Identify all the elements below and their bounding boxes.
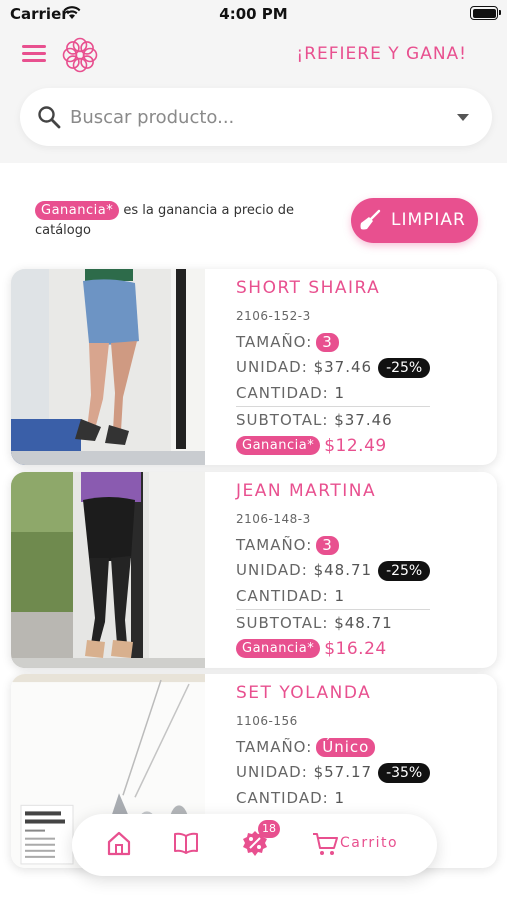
divider xyxy=(236,406,430,407)
size-badge: 3 xyxy=(316,536,339,555)
bottom-navigation: 18 Carrito xyxy=(72,814,437,876)
search-icon xyxy=(38,106,61,129)
size-label: TAMAÑO: xyxy=(236,333,313,351)
cart-icon xyxy=(313,833,338,855)
product-sku: 2106-152-3 xyxy=(236,309,311,323)
unit-label: UNIDAD: xyxy=(236,561,308,579)
search-input[interactable] xyxy=(70,102,440,132)
unit-label: UNIDAD: xyxy=(236,358,308,376)
quantity-row: CANTIDAD: 1 xyxy=(236,384,345,402)
subtotal-value: $37.46 xyxy=(334,411,393,429)
product-name[interactable]: SET YOLANDA xyxy=(236,683,371,703)
search-bar[interactable] xyxy=(20,88,492,146)
gain-value: $16.24 xyxy=(324,638,387,659)
gain-legend: Ganancia* es la ganancia a precio de cat… xyxy=(35,201,335,241)
discount-badge: -35% xyxy=(378,763,431,783)
cart-item-card[interactable]: JEAN MARTINA 2106-148-3 TAMAÑO: 3 UNIDAD:… xyxy=(11,472,497,668)
divider xyxy=(236,609,430,610)
subtotal-label: SUBTOTAL: xyxy=(236,614,329,632)
chevron-down-icon[interactable] xyxy=(457,114,469,121)
unit-row: UNIDAD: $48.71 -25% xyxy=(236,561,431,581)
size-badge: 3 xyxy=(316,333,339,352)
status-bar: Carrier 4:00 PM xyxy=(0,0,507,28)
refer-and-earn-link[interactable]: ¡REFIERE Y GANA! xyxy=(296,44,467,64)
quantity-value: 1 xyxy=(334,587,346,605)
brand-logo-icon xyxy=(62,37,98,73)
hamburger-menu-button[interactable] xyxy=(22,42,48,64)
clear-button-label: LIMPIAR xyxy=(391,210,466,230)
product-sku: 1106-156 xyxy=(236,714,298,728)
gain-badge: Ganancia* xyxy=(236,639,321,658)
product-image xyxy=(11,269,205,465)
header-area: Carrier 4:00 PM ¡REFIERE Y GANA! xyxy=(0,0,507,163)
discount-badge: -25% xyxy=(378,358,431,378)
quantity-label: CANTIDAD: xyxy=(236,587,329,605)
unit-row: UNIDAD: $37.46 -25% xyxy=(236,358,431,378)
quantity-row: CANTIDAD: 1 xyxy=(236,789,345,807)
product-image xyxy=(11,472,205,668)
clear-button[interactable]: LIMPIAR xyxy=(351,198,478,243)
unit-price: $57.17 xyxy=(313,763,373,781)
unit-row: UNIDAD: $57.17 -35% xyxy=(236,763,431,783)
unit-label: UNIDAD: xyxy=(236,763,308,781)
size-row: TAMAÑO: Único xyxy=(236,738,376,757)
gain-row: Ganancia* $16.24 xyxy=(236,638,387,659)
quantity-value: 1 xyxy=(334,384,346,402)
subtotal-label: SUBTOTAL: xyxy=(236,411,329,429)
unit-price: $37.46 xyxy=(313,358,373,376)
subtotal-row: SUBTOTAL: $48.71 xyxy=(236,614,393,632)
cart-label: Carrito xyxy=(340,835,399,851)
size-row: TAMAÑO: 3 xyxy=(236,536,339,555)
gain-row: Ganancia* $12.49 xyxy=(236,435,387,456)
cart-item-card[interactable]: SHORT SHAIRA 2106-152-3 TAMAÑO: 3 UNIDAD:… xyxy=(11,269,497,465)
broom-icon xyxy=(360,209,381,230)
product-name[interactable]: SHORT SHAIRA xyxy=(236,278,380,298)
promo-count-badge: 18 xyxy=(258,820,280,838)
quantity-label: CANTIDAD: xyxy=(236,789,329,807)
quantity-value: 1 xyxy=(334,789,346,807)
unit-price: $48.71 xyxy=(313,561,373,579)
clock: 4:00 PM xyxy=(219,5,288,23)
quantity-row: CANTIDAD: 1 xyxy=(236,587,345,605)
product-sku: 2106-148-3 xyxy=(236,512,311,526)
size-badge: Único xyxy=(316,738,376,757)
quantity-label: CANTIDAD: xyxy=(236,384,329,402)
gain-badge: Ganancia* xyxy=(35,201,120,220)
gain-value: $12.49 xyxy=(324,435,387,456)
book-icon[interactable] xyxy=(173,830,199,856)
home-icon[interactable] xyxy=(106,830,132,856)
battery-icon xyxy=(470,6,501,20)
subtotal-value: $48.71 xyxy=(334,614,393,632)
product-name[interactable]: JEAN MARTINA xyxy=(236,481,376,501)
discount-badge: -25% xyxy=(378,561,431,581)
size-label: TAMAÑO: xyxy=(236,738,313,756)
size-label: TAMAÑO: xyxy=(236,536,313,554)
size-row: TAMAÑO: 3 xyxy=(236,333,339,352)
gain-badge: Ganancia* xyxy=(236,436,321,455)
subtotal-row: SUBTOTAL: $37.46 xyxy=(236,411,393,429)
